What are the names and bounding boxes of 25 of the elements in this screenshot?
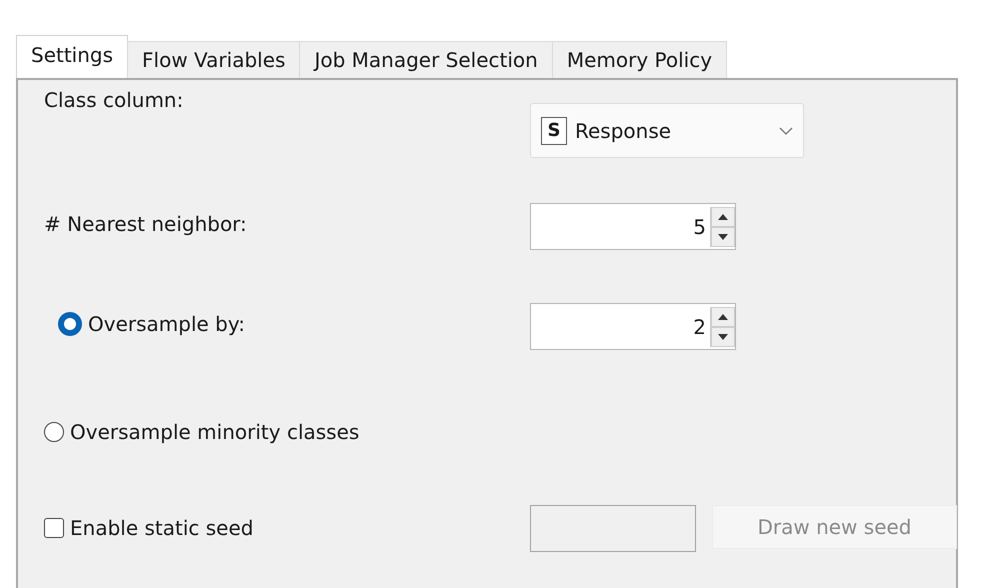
- dropdown-value: Response: [575, 118, 672, 142]
- number-spinner[interactable]: 5: [530, 203, 736, 250]
- down-arrow-icon: [718, 234, 728, 240]
- increment-button[interactable]: [711, 306, 735, 326]
- tab[interactable]: Memory Policy: [552, 41, 728, 78]
- tab[interactable]: Flow Variables: [127, 41, 300, 78]
- checkbox-label: Enable static seed: [70, 516, 254, 540]
- field-label: # Nearest neighbor:: [44, 212, 247, 236]
- radio-button[interactable]: [44, 422, 64, 442]
- down-arrow-icon: [718, 334, 728, 340]
- number-spinner[interactable]: 2: [530, 303, 736, 350]
- option-label: Oversample minority classes: [70, 420, 360, 444]
- decrement-button[interactable]: [711, 326, 735, 346]
- tab[interactable]: Job Manager Selection: [299, 41, 553, 78]
- up-arrow-icon: [718, 314, 728, 320]
- string-type-icon: S: [541, 116, 567, 144]
- field-label: Class column:: [44, 88, 184, 112]
- column-dropdown[interactable]: S Response: [530, 103, 804, 158]
- increment-button[interactable]: [711, 206, 735, 226]
- up-arrow-icon: [718, 214, 728, 220]
- tab[interactable]: Settings: [16, 35, 128, 78]
- option-label: Oversample by:: [88, 312, 245, 336]
- caret-icon: [779, 126, 793, 134]
- radio-button[interactable]: [58, 312, 82, 336]
- decrement-button[interactable]: [711, 226, 735, 246]
